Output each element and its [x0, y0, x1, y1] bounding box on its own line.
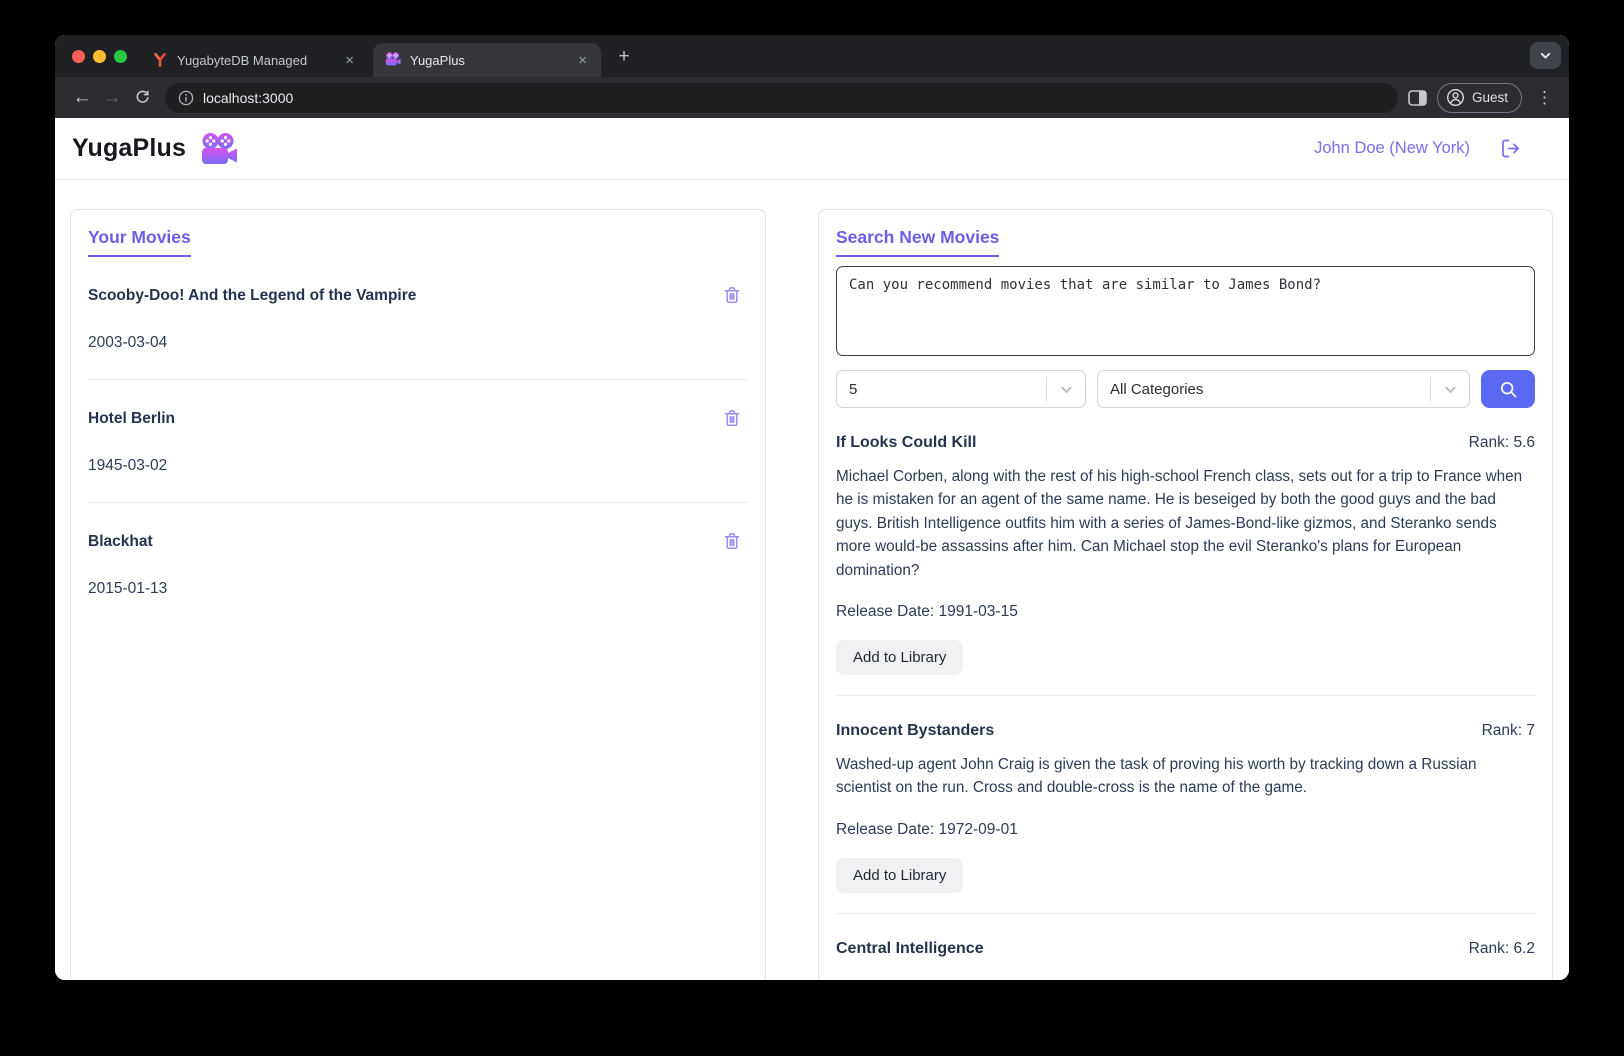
- movie-release-date: 1945-03-02: [88, 457, 748, 475]
- movie-title: Blackhat: [88, 531, 153, 551]
- logout-icon[interactable]: [1500, 138, 1523, 159]
- result-description: Washed-up agent John Craig is given the …: [836, 753, 1535, 800]
- search-icon: [1498, 379, 1519, 400]
- search-result: If Looks Could Kill Rank: 5.6 Michael Co…: [836, 408, 1535, 696]
- result-description: Michael Corben, along with the rest of h…: [836, 465, 1535, 582]
- forward-button[interactable]: →: [97, 83, 127, 113]
- close-window-button[interactable]: [72, 50, 85, 63]
- movie-release-date: 2003-03-04: [88, 334, 748, 352]
- guest-label: Guest: [1472, 90, 1508, 105]
- movie-title: Scooby-Doo! And the Legend of the Vampir…: [88, 285, 416, 305]
- search-controls: 5 All Categories: [836, 370, 1535, 408]
- toolbar-actions: Guest ⋮: [1408, 83, 1557, 113]
- search-heading: Search New Movies: [836, 227, 999, 257]
- browser-window: YugabyteDB Managed × YugaPlus × +: [55, 35, 1569, 980]
- result-title: If Looks Could Kill: [836, 434, 976, 452]
- url-text: localhost:3000: [203, 90, 293, 106]
- result-release-date: Release Date: 1972-09-01: [836, 821, 1535, 839]
- side-panel-icon[interactable]: [1408, 90, 1427, 106]
- zoom-window-button[interactable]: [114, 50, 127, 63]
- result-title: Innocent Bystanders: [836, 722, 994, 740]
- category-select[interactable]: All Categories: [1097, 370, 1470, 408]
- minimize-window-button[interactable]: [93, 50, 106, 63]
- reload-button[interactable]: [127, 83, 157, 113]
- tab-search-button[interactable]: [1530, 42, 1561, 69]
- add-to-library-button[interactable]: Add to Library: [836, 640, 963, 675]
- movie-title: Hotel Berlin: [88, 408, 175, 428]
- chevron-down-icon: [1047, 381, 1085, 398]
- window-controls: [72, 50, 127, 63]
- result-rank: Rank: 6.2: [1469, 940, 1535, 958]
- your-movies-heading: Your Movies: [88, 227, 191, 257]
- close-tab-icon[interactable]: ×: [341, 51, 358, 70]
- close-tab-icon[interactable]: ×: [574, 51, 591, 70]
- selected-count: 5: [837, 381, 1046, 398]
- list-item: Hotel Berlin 1945-03-02: [88, 380, 748, 503]
- new-tab-button[interactable]: +: [611, 45, 637, 69]
- main-content: Your Movies Scooby-Doo! And the Legend o…: [55, 180, 1569, 980]
- delete-movie-button[interactable]: [722, 408, 742, 428]
- list-item: Scooby-Doo! And the Legend of the Vampir…: [88, 257, 748, 380]
- movie-camera-icon: [385, 52, 401, 68]
- result-title: Central Intelligence: [836, 940, 984, 958]
- tab-yugaplus[interactable]: YugaPlus ×: [373, 43, 601, 77]
- search-result: Central Intelligence Rank: 6.2: [836, 914, 1535, 958]
- result-rank: Rank: 5.6: [1469, 434, 1535, 452]
- tab-title: YugabyteDB Managed: [177, 53, 332, 68]
- browser-tab-strip: YugabyteDB Managed × YugaPlus × +: [55, 35, 1569, 77]
- page-content: YugaPlus John Doe (New York): [55, 118, 1569, 980]
- app-header: YugaPlus John Doe (New York): [55, 118, 1569, 180]
- result-count-select[interactable]: 5: [836, 370, 1086, 408]
- movie-release-date: 2015-01-13: [88, 580, 748, 598]
- add-to-library-button[interactable]: Add to Library: [836, 858, 963, 893]
- movie-camera-logo-icon: [200, 133, 238, 165]
- profile-button[interactable]: Guest: [1437, 83, 1522, 113]
- selected-category: All Categories: [1098, 381, 1430, 398]
- browser-menu-button[interactable]: ⋮: [1532, 88, 1557, 108]
- search-button[interactable]: [1481, 370, 1535, 408]
- search-query-input[interactable]: [836, 266, 1535, 356]
- guest-avatar-icon: [1446, 88, 1465, 107]
- your-movies-panel: Your Movies Scooby-Doo! And the Legend o…: [70, 209, 766, 980]
- tab-yugabytedb-managed[interactable]: YugabyteDB Managed ×: [140, 43, 368, 77]
- yugabytedb-icon: [152, 52, 168, 68]
- address-bar[interactable]: localhost:3000: [165, 83, 1398, 113]
- result-release-date: Release Date: 1991-03-15: [836, 603, 1535, 621]
- tab-title: YugaPlus: [410, 53, 565, 68]
- user-profile-link[interactable]: John Doe (New York): [1314, 139, 1470, 158]
- chevron-down-icon: [1538, 48, 1553, 63]
- search-panel: Search New Movies 5 All Categories: [818, 209, 1553, 980]
- site-info-icon[interactable]: [178, 90, 194, 106]
- delete-movie-button[interactable]: [722, 531, 742, 551]
- list-item: Blackhat 2015-01-13: [88, 503, 748, 625]
- back-button[interactable]: ←: [67, 83, 97, 113]
- app-title: YugaPlus: [72, 134, 186, 163]
- chevron-down-icon: [1431, 381, 1469, 398]
- browser-toolbar: ← → localhost:3000: [55, 77, 1569, 118]
- delete-movie-button[interactable]: [722, 285, 742, 305]
- result-rank: Rank: 7: [1482, 722, 1535, 740]
- search-result: Innocent Bystanders Rank: 7 Washed-up ag…: [836, 696, 1535, 914]
